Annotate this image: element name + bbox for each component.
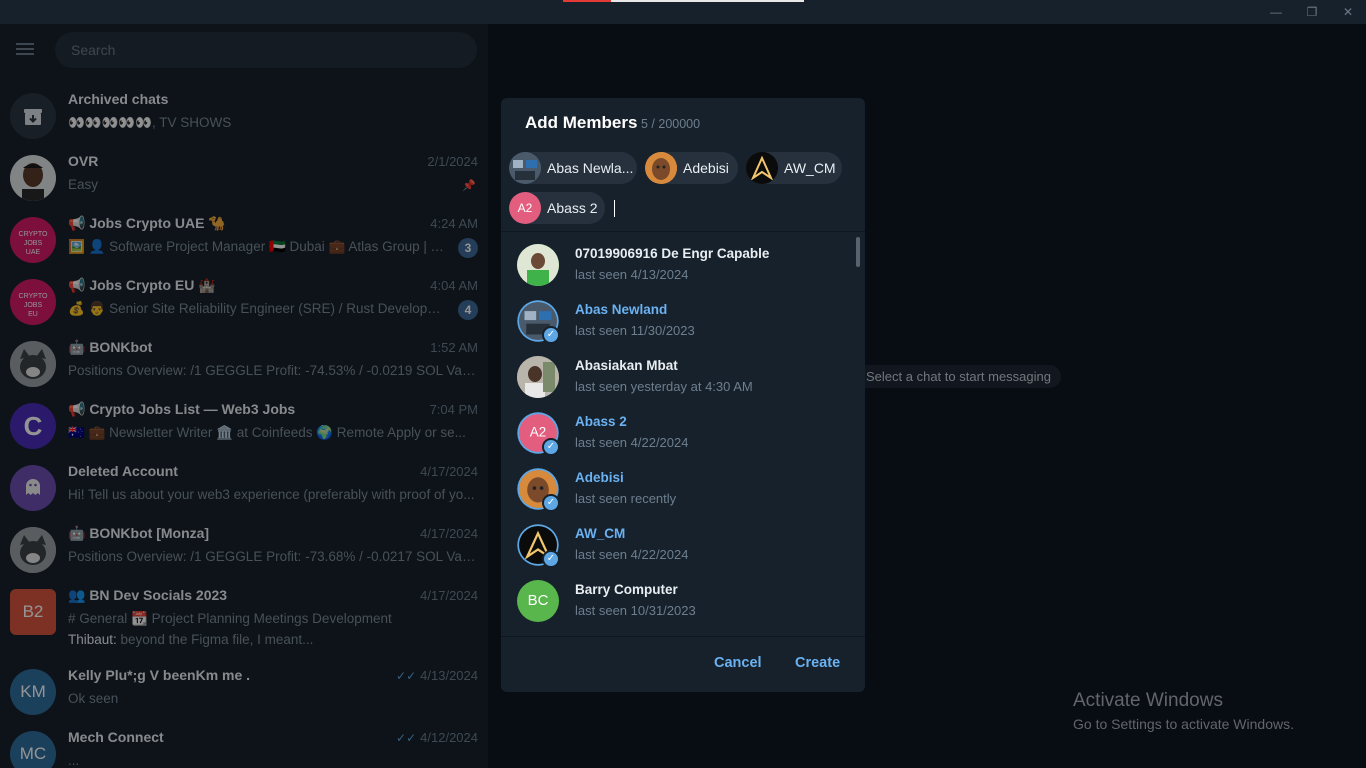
close-icon[interactable]: ✕: [1330, 0, 1366, 24]
member-status: last seen 4/13/2024: [575, 267, 689, 282]
check-icon: ✓: [542, 550, 560, 568]
member-name: AW_CM: [575, 526, 626, 541]
member-name: Abas Newland: [575, 302, 668, 317]
chip-label: AW_CM: [784, 160, 836, 176]
add-members-dialog: Add Members 5 / 200000 Abas Newla... Ade…: [501, 98, 865, 692]
selected-chip-abas-newland[interactable]: Abas Newla...: [509, 152, 637, 184]
create-button[interactable]: Create: [795, 655, 840, 671]
title-bar: — ❐ ✕: [0, 0, 1366, 24]
list-item[interactable]: 07019906916 De Engr Capable last seen 4/…: [501, 239, 857, 295]
list-item[interactable]: ✓ AW_CM last seen 4/22/2024: [501, 519, 857, 575]
check-icon: ✓: [542, 438, 560, 456]
avatar: [645, 152, 677, 184]
chip-label: Adebisi: [683, 160, 729, 176]
member-count: 5 / 200000: [641, 117, 701, 131]
member-status: last seen yesterday at 4:30 AM: [575, 379, 753, 394]
loading-bar-white: [611, 0, 804, 2]
scrollbar[interactable]: [856, 237, 860, 267]
text-cursor: [614, 200, 615, 217]
avatar: [517, 356, 559, 398]
divider: [501, 231, 865, 232]
divider: [501, 636, 865, 637]
member-name: Abasiakan Mbat: [575, 358, 678, 373]
member-list[interactable]: 07019906916 De Engr Capable last seen 4/…: [501, 235, 865, 636]
cancel-button[interactable]: Cancel: [714, 655, 762, 671]
avatar: BC: [517, 580, 559, 622]
chip-label: Abas Newla...: [547, 160, 634, 176]
loading-bar-red: [563, 0, 611, 2]
dialog-title: Add Members: [525, 113, 638, 132]
chip-label: Abass 2: [547, 200, 598, 216]
check-icon: ✓: [542, 326, 560, 344]
avatar: [517, 244, 559, 286]
selected-chip-aw-cm[interactable]: AW_CM: [746, 152, 842, 184]
list-item[interactable]: Abasiakan Mbat last seen yesterday at 4:…: [501, 351, 857, 407]
restore-icon[interactable]: ❐: [1294, 0, 1330, 24]
member-name: Adebisi: [575, 470, 624, 485]
avatar: A2: [509, 192, 541, 224]
member-status: last seen 4/22/2024: [575, 435, 689, 450]
avatar: [746, 152, 778, 184]
member-name: 07019906916 De Engr Capable: [575, 246, 770, 261]
avatar: [509, 152, 541, 184]
member-status: last seen recently: [575, 491, 677, 506]
member-status: last seen 10/31/2023: [575, 603, 696, 618]
check-icon: ✓: [542, 494, 560, 512]
member-status: last seen 4/22/2024: [575, 547, 689, 562]
list-item[interactable]: ✓ Abas Newland last seen 11/30/2023: [501, 295, 857, 351]
list-item[interactable]: ✓ Adebisi last seen recently: [501, 463, 857, 519]
selected-chip-abass-2[interactable]: A2 Abass 2: [509, 192, 605, 224]
selected-chip-adebisi[interactable]: Adebisi: [645, 152, 738, 184]
member-status: last seen 11/30/2023: [575, 323, 695, 338]
minimize-icon[interactable]: —: [1258, 0, 1294, 24]
member-name: Barry Computer: [575, 582, 678, 597]
list-item[interactable]: BC Barry Computer last seen 10/31/2023: [501, 575, 857, 631]
list-item[interactable]: A2 ✓ Abass 2 last seen 4/22/2024: [501, 407, 857, 463]
member-name: Abass 2: [575, 414, 627, 429]
